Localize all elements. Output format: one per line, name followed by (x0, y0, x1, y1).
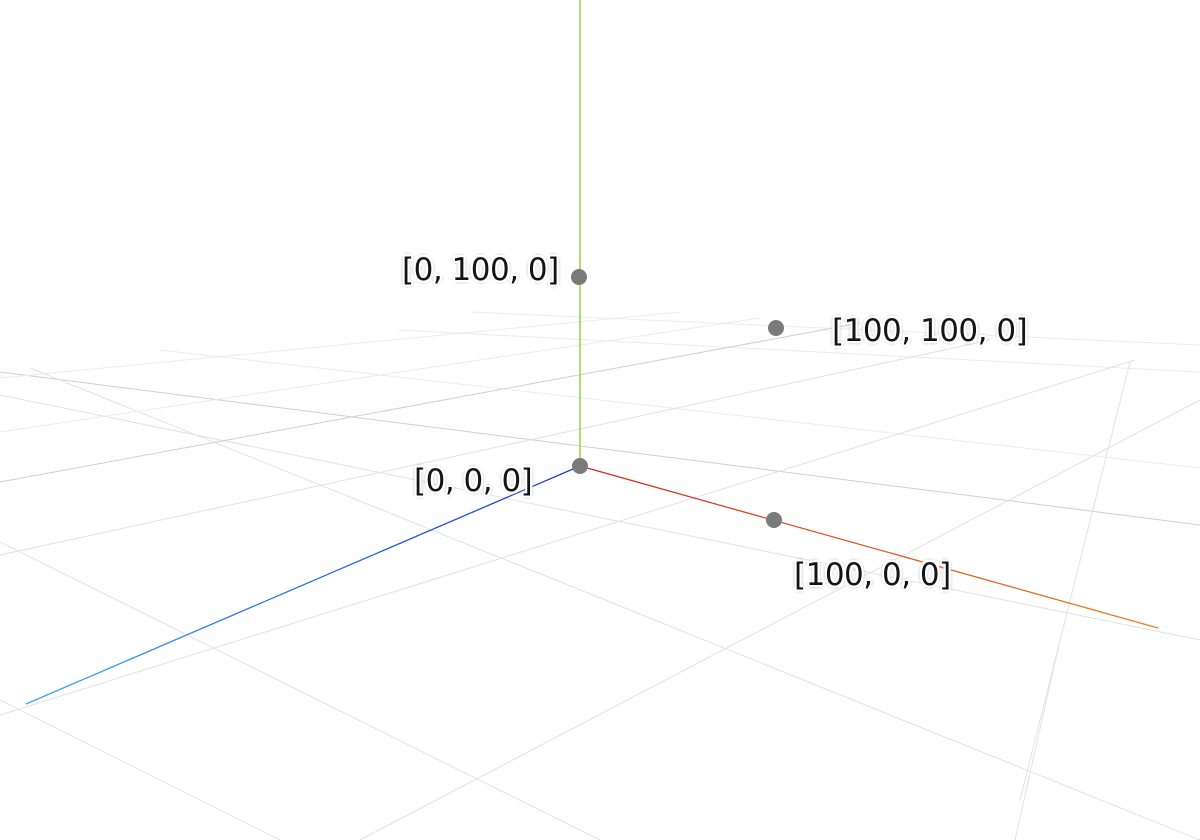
points (571, 269, 784, 528)
label-xy100: [100, 100, 0] (832, 313, 1028, 349)
point-x100[interactable] (766, 512, 782, 528)
x-axis (579, 465, 1159, 629)
label-x100: [100, 0, 0] (794, 557, 951, 593)
label-origin: [0, 0, 0] (414, 463, 533, 499)
grid-line (0, 359, 1136, 716)
label-y100: [0, 100, 0] (402, 252, 559, 288)
grid-line (0, 699, 281, 840)
ground-grid (0, 311, 1200, 840)
grid-line (1019, 361, 1131, 801)
grid-line (0, 322, 861, 483)
z-axis (25, 465, 581, 705)
point-origin[interactable] (572, 458, 588, 474)
axes (25, 0, 1159, 705)
grid-line (159, 349, 1200, 469)
point-xy100[interactable] (768, 320, 784, 336)
grid-line (0, 394, 1200, 641)
grid-line (1014, 639, 1061, 840)
scene-canvas[interactable] (0, 0, 1200, 840)
point-y100[interactable] (571, 269, 587, 285)
3d-viewport[interactable]: [0, 100, 0] [100, 100, 0] [0, 0, 0] [100… (0, 0, 1200, 840)
grid-line (0, 339, 991, 556)
grid-line (397, 329, 1200, 373)
